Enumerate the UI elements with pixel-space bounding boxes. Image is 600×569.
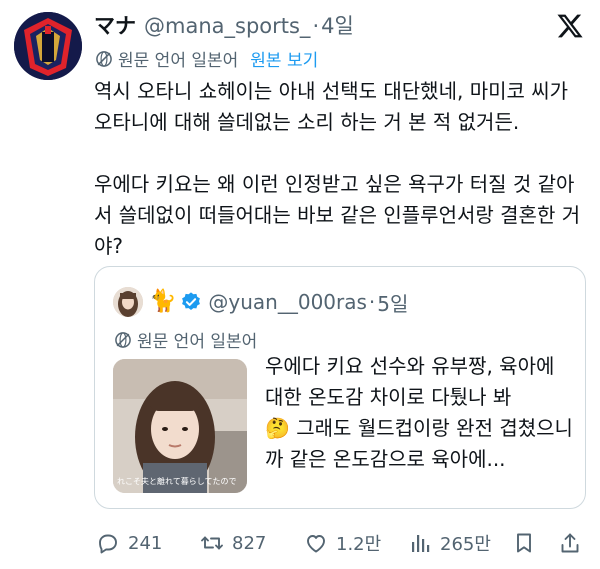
views-icon bbox=[412, 535, 430, 552]
bookmark-button[interactable] bbox=[512, 526, 544, 560]
views-button[interactable]: 265만 bbox=[408, 526, 491, 560]
display-name[interactable]: マナ bbox=[94, 10, 136, 40]
bookmark-icon bbox=[517, 533, 531, 553]
quote-translation-label: 원문 언어 일본어 bbox=[137, 332, 258, 352]
reply-button[interactable]: 241 bbox=[96, 526, 162, 560]
retweet-icon bbox=[201, 536, 223, 550]
separator-dot: · bbox=[312, 14, 320, 38]
quote-separator-dot: · bbox=[368, 290, 376, 314]
globe-icon bbox=[115, 331, 131, 348]
translation-label: 원문 언어 일본어 bbox=[118, 51, 239, 71]
quote-avatar-image bbox=[113, 287, 143, 317]
show-original-link[interactable]: 원본 보기 bbox=[250, 46, 318, 71]
like-count: 1.2만 bbox=[336, 534, 382, 555]
tweet-text: 역시 오타니 쇼헤이는 아내 선택도 대단했네, 마미코 씨가 오타니에 대해 … bbox=[94, 79, 581, 258]
share-button[interactable] bbox=[558, 526, 590, 560]
quote-text: 우에다 키요 선수와 유부짱, 육아에 대한 온도감 차이로 다퉜나 봐 🤔 그… bbox=[265, 354, 573, 471]
retweet-button[interactable]: 827 bbox=[200, 526, 266, 560]
tweet-header: マナ @mana_sports_ · 4일 bbox=[94, 10, 354, 40]
retweet-count: 827 bbox=[232, 532, 267, 554]
quote-user-handle[interactable]: @yuan__000ras bbox=[208, 290, 367, 314]
translation-row: 원문 언어 일본어 원본 보기 bbox=[94, 46, 318, 71]
quote-media-thumbnail[interactable]: れこそ夫と離れて暮らしてたので bbox=[113, 359, 247, 493]
x-logo-icon[interactable] bbox=[556, 12, 584, 40]
media-caption: れこそ夫と離れて暮らしてたので bbox=[117, 477, 237, 486]
globe-icon bbox=[96, 50, 112, 67]
heart-icon bbox=[307, 535, 325, 553]
quote-translation-row: 원문 언어 일본어 bbox=[113, 327, 257, 352]
quote-media-image bbox=[113, 359, 247, 493]
post-time[interactable]: 4일 bbox=[321, 10, 354, 40]
like-button[interactable]: 1.2만 bbox=[304, 526, 381, 560]
reply-icon bbox=[99, 534, 117, 554]
avatar[interactable] bbox=[14, 12, 82, 80]
views-count: 265만 bbox=[440, 534, 491, 555]
quote-post-time[interactable]: 5일 bbox=[377, 288, 408, 317]
action-bar: 241 827 1.2만 265만 bbox=[94, 526, 588, 560]
reply-count: 241 bbox=[128, 532, 163, 554]
share-icon bbox=[561, 533, 579, 553]
cat-emoji: 🐈 bbox=[149, 289, 177, 314]
quote-header: 🐈 @yuan__000ras · 5일 bbox=[113, 287, 408, 317]
tweet: マナ @mana_sports_ · 4일 원문 언어 일본어 원본 보기 역시… bbox=[0, 0, 600, 569]
quoted-tweet[interactable]: 🐈 @yuan__000ras · 5일 원문 언어 일본어 れこそ夫と離れて暮… bbox=[94, 266, 586, 509]
user-handle[interactable]: @mana_sports_ bbox=[144, 14, 310, 38]
verified-badge-icon[interactable] bbox=[180, 291, 202, 313]
quote-avatar[interactable] bbox=[113, 287, 143, 317]
avatar-image bbox=[14, 12, 82, 80]
